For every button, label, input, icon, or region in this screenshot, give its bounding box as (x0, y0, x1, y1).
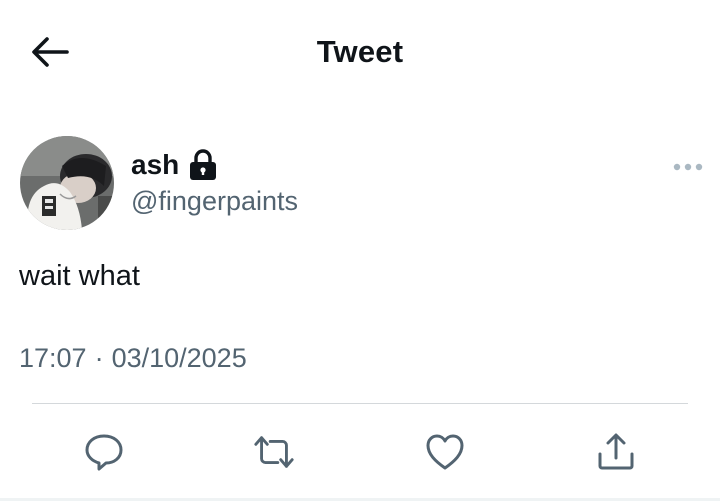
user-handle[interactable]: @fingerpaints (131, 186, 298, 217)
divider (32, 403, 688, 404)
lock-icon (189, 149, 217, 181)
name-row: ash (131, 146, 298, 184)
avatar[interactable] (20, 136, 114, 230)
heart-icon (426, 434, 464, 470)
more-options-button[interactable] (670, 156, 706, 178)
tweet-timestamp: 17:07 · 03/10/2025 (19, 343, 247, 374)
reply-button[interactable] (82, 430, 126, 474)
meta-separator: · (94, 343, 104, 373)
tweet-time[interactable]: 17:07 (19, 343, 87, 374)
page-title: Tweet (316, 34, 404, 69)
tweet-date[interactable]: 03/10/2025 (112, 343, 247, 374)
tweet-detail-screen: Tweet ash @fingerpaints wait what 17:07 … (0, 0, 720, 501)
more-horizontal-icon (673, 163, 703, 171)
avatar-photo (20, 136, 114, 230)
share-icon (598, 433, 634, 470)
tweet-text: wait what (19, 260, 140, 292)
like-button[interactable] (423, 430, 467, 474)
header: Tweet (0, 0, 720, 108)
retweet-button[interactable] (252, 430, 296, 474)
share-button[interactable] (594, 430, 638, 474)
display-name[interactable]: ash (131, 149, 179, 181)
author-info: ash @fingerpaints (131, 146, 298, 217)
reply-icon (85, 434, 123, 471)
retweet-icon (254, 436, 294, 468)
